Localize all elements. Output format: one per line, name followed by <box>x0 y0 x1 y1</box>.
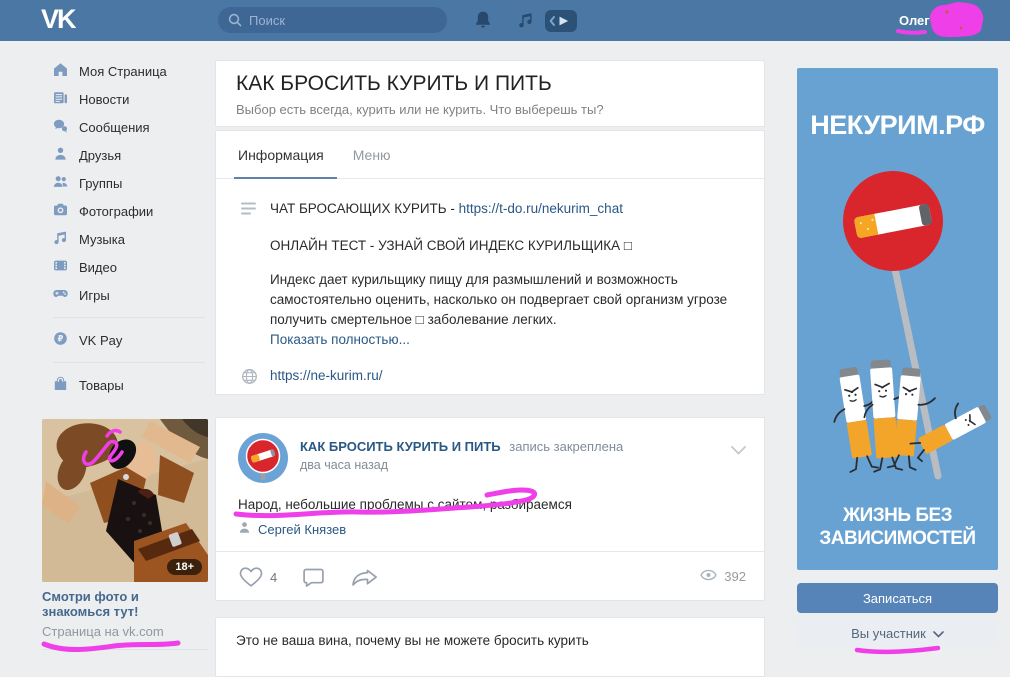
notifications-bell-icon[interactable] <box>473 10 493 34</box>
music-icon[interactable] <box>517 11 534 32</box>
market-icon <box>53 376 68 394</box>
sidebar-item-groups[interactable]: Группы <box>53 169 205 197</box>
post-menu-chevron-icon[interactable] <box>731 443 746 458</box>
sidebar-item-photos[interactable]: Фотографии <box>53 197 205 225</box>
sidebar-item-market[interactable]: Товары <box>53 371 205 399</box>
search-icon <box>228 13 242 27</box>
heart-icon <box>238 564 264 590</box>
games-icon <box>53 286 68 304</box>
info-paragraph: Индекс дает курильщику пищу для размышле… <box>270 270 739 330</box>
video-clips-icon[interactable] <box>545 10 577 35</box>
share-button[interactable] <box>350 565 380 590</box>
age-badge: 18+ <box>167 559 202 575</box>
group-header-card: КАК БРОСИТЬ КУРИТЬ И ПИТЬ Выбор есть все… <box>215 60 765 127</box>
page-title: КАК БРОСИТЬ КУРИТЬ И ПИТЬ <box>236 72 744 96</box>
news-icon <box>53 90 68 108</box>
group-info-card: Информация Меню ЧАТ БРОСАЮЩИХ КУРИТЬ - h… <box>215 130 765 395</box>
post-text: Народ, небольшие проблемы с сайтом, разб… <box>238 497 572 512</box>
show-more-link[interactable]: Показать полностью... <box>270 332 410 347</box>
sidebar-item-news[interactable]: Новости <box>53 85 205 113</box>
chat-link[interactable]: https://t-do.ru/nekurim_chat <box>459 201 623 216</box>
member-dropdown-button[interactable]: Вы участник <box>797 619 998 647</box>
banner-tagline: ЖИЗНЬ БЕЗ ЗАВИСИМОСТЕЙ <box>797 504 998 550</box>
comment-button[interactable] <box>301 565 326 590</box>
globe-icon <box>241 365 258 391</box>
groups-icon <box>53 174 68 192</box>
svg-text:₽: ₽ <box>58 334 64 344</box>
member-chevron-icon <box>933 626 944 641</box>
photos-icon <box>53 202 68 220</box>
pinned-label: запись закреплена <box>509 439 623 454</box>
sidebar-item-messages[interactable]: Сообщения <box>53 113 205 141</box>
person-icon <box>238 521 251 537</box>
top-bar: VK Олег <box>0 0 1010 41</box>
tab-information[interactable]: Информация <box>238 131 324 178</box>
sidebar-item-video[interactable]: Видео <box>53 253 205 281</box>
description-row: ЧАТ БРОСАЮЩИХ КУРИТЬ - https://t-do.ru/n… <box>241 199 739 350</box>
tab-menu[interactable]: Меню <box>353 131 391 178</box>
ad-photo[interactable]: 18+ <box>42 419 208 582</box>
group-status: Выбор есть всегда, курить или не курить.… <box>236 102 744 117</box>
post-views: 392 <box>700 569 746 584</box>
info-line-chat: ЧАТ БРОСАЮЩИХ КУРИТЬ - https://t-do.ru/n… <box>270 199 739 219</box>
user-menu-chevron-icon[interactable] <box>969 17 981 32</box>
signature-link: Сергей Князев <box>258 522 346 537</box>
sidebar-item-music[interactable]: Музыка <box>53 225 205 253</box>
post-timestamp[interactable]: два часа назад <box>300 458 388 472</box>
home-icon <box>53 62 68 80</box>
pinned-post-card: КАК БРОСИТЬ КУРИТЬ И ПИТЬ запись закрепл… <box>215 417 765 601</box>
no-smoking-illustration <box>797 68 998 570</box>
next-post-card: Это не ваша вина, почему вы не можете бр… <box>215 617 765 677</box>
post-author-link[interactable]: КАК БРОСИТЬ КУРИТЬ И ПИТЬ <box>300 439 501 454</box>
sidebar-divider <box>53 362 205 363</box>
right-banner-ad[interactable]: НЕКУРИМ.РФ ЖИЗНЬ БЕЗ ЗАВИСИМОСТЕЙ <box>797 68 998 570</box>
sidebar-item-games[interactable]: Игры <box>53 281 205 309</box>
next-post-text: Это не ваша вина, почему вы не можете бр… <box>236 633 744 648</box>
share-icon <box>350 565 380 590</box>
tab-bar: Информация Меню <box>216 131 764 179</box>
info-line-test: ОНЛАЙН ТЕСТ - УЗНАЙ СВОЙ ИНДЕКС КУРИЛЬЩИ… <box>270 236 739 256</box>
post-header: КАК БРОСИТЬ КУРИТЬ И ПИТЬ запись закрепл… <box>300 439 623 454</box>
vkpay-icon: ₽ <box>53 331 68 349</box>
user-name[interactable]: Олег <box>899 13 930 28</box>
website-link[interactable]: https://ne-kurim.ru/ <box>270 368 383 383</box>
like-button[interactable]: 4 <box>238 564 277 590</box>
post-actions: 4 <box>238 552 380 602</box>
left-sidebar: Моя Страница Новости Сообщения Друзья Гр… <box>53 57 205 399</box>
like-count: 4 <box>270 570 277 585</box>
music-icon <box>53 230 68 248</box>
banner-brand: НЕКУРИМ.РФ <box>797 110 998 141</box>
subscribe-button[interactable]: Записаться <box>797 583 998 613</box>
messages-icon <box>53 118 68 136</box>
ad-title-link[interactable]: Смотри фото и знакомься тут! <box>42 589 192 619</box>
ad-subtitle: Страница на vk.com <box>42 624 208 639</box>
vk-logo[interactable]: VK <box>41 4 75 35</box>
sidebar-item-friends[interactable]: Друзья <box>53 141 205 169</box>
sidebar-divider <box>53 317 205 318</box>
eye-icon <box>700 569 717 584</box>
sidebar-ad: 18+ Смотри фото и знакомься тут! Страниц… <box>42 419 208 650</box>
website-row: https://ne-kurim.ru/ <box>241 365 739 391</box>
sidebar-item-my-page[interactable]: Моя Страница <box>53 57 205 85</box>
post-signature[interactable]: Сергей Князев <box>238 521 346 537</box>
video-icon <box>53 258 68 276</box>
ad-divider <box>42 649 208 650</box>
user-avatar[interactable] <box>934 6 963 35</box>
friends-icon <box>53 146 68 164</box>
views-count: 392 <box>724 569 746 584</box>
comment-icon <box>301 565 326 590</box>
search-box <box>218 7 447 33</box>
group-avatar[interactable] <box>238 433 288 486</box>
search-input[interactable] <box>249 13 437 28</box>
sidebar-item-vk-pay[interactable]: ₽ VK Pay <box>53 326 205 354</box>
info-body: ЧАТ БРОСАЮЩИХ КУРИТЬ - https://t-do.ru/n… <box>216 179 764 391</box>
description-list-icon <box>241 199 258 350</box>
